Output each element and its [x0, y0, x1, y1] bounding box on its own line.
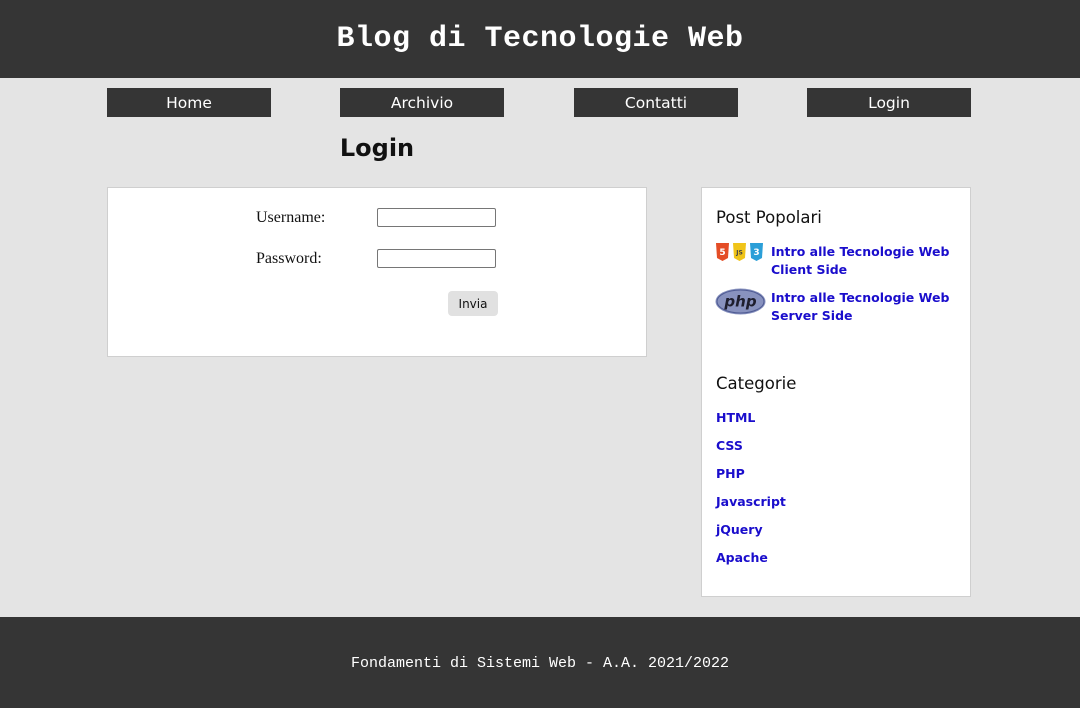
popular-posts-heading: Post Popolari: [716, 208, 822, 227]
popular-post-link-server-side[interactable]: Intro alle Tecnologie Web Server Side: [771, 289, 956, 325]
sidebar: Post Popolari 5 JS 3 Intro alle Tecnolog…: [701, 187, 971, 597]
category-link-php[interactable]: PHP: [716, 466, 745, 481]
username-input[interactable]: [377, 208, 496, 227]
site-footer: Fondamenti di Sistemi Web - A.A. 2021/20…: [0, 617, 1080, 708]
html5-css3-js-icons: 5 JS 3: [716, 243, 763, 261]
username-label: Username:: [256, 209, 326, 226]
password-input[interactable]: [377, 249, 496, 268]
footer-text: Fondamenti di Sistemi Web - A.A. 2021/20…: [350, 655, 730, 672]
category-link-jquery[interactable]: jQuery: [716, 522, 763, 537]
php-logo-text: php: [723, 293, 756, 311]
category-link-html[interactable]: HTML: [716, 410, 755, 425]
login-form-panel: Username: Password: Invia: [107, 187, 647, 357]
css3-badge-text: 3: [753, 248, 759, 258]
js-badge-text: JS: [735, 250, 743, 257]
php-logo-icon: php: [715, 288, 766, 315]
page-title: Login: [339, 134, 415, 162]
nav-item-contatti[interactable]: Contatti: [574, 88, 738, 117]
categories-heading: Categorie: [716, 374, 797, 393]
site-header: Blog di Tecnologie Web: [0, 0, 1080, 78]
site-title: Blog di Tecnologie Web: [336, 22, 744, 56]
popular-post-link-client-side[interactable]: Intro alle Tecnologie Web Client Side: [771, 243, 956, 279]
nav-item-home[interactable]: Home: [107, 88, 271, 117]
nav-item-archivio[interactable]: Archivio: [340, 88, 504, 117]
javascript-icon: JS: [733, 243, 746, 261]
main-nav: Home Archivio Contatti Login: [0, 88, 1080, 117]
password-label: Password:: [256, 250, 322, 267]
nav-item-login[interactable]: Login: [807, 88, 971, 117]
submit-button[interactable]: Invia: [448, 291, 498, 316]
category-link-apache[interactable]: Apache: [716, 550, 768, 565]
css3-icon: 3: [750, 243, 763, 261]
category-link-javascript[interactable]: Javascript: [716, 494, 786, 509]
html5-badge-text: 5: [719, 248, 725, 258]
category-link-css[interactable]: CSS: [716, 438, 743, 453]
html5-icon: 5: [716, 243, 729, 261]
